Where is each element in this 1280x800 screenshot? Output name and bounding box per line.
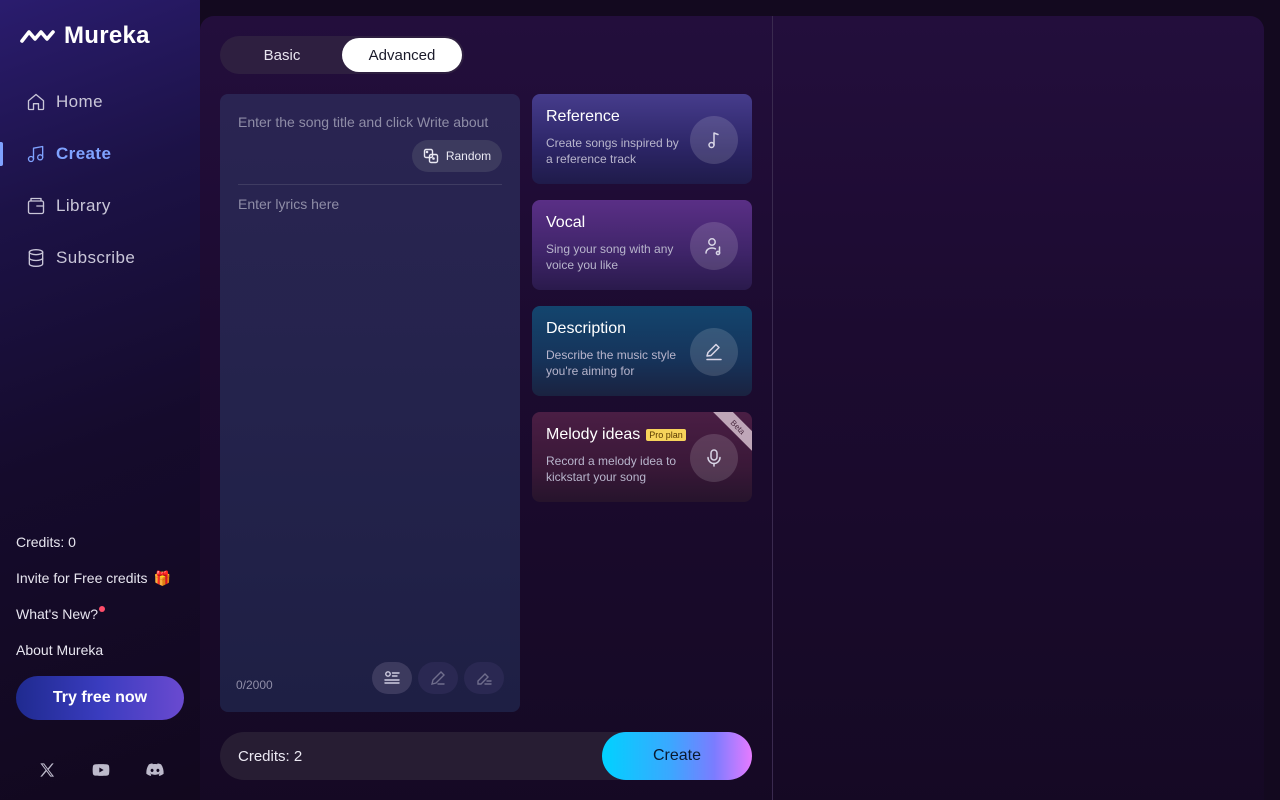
credits-remaining: Credits: 2	[238, 748, 303, 765]
vocal-icon-button	[690, 222, 738, 270]
gift-icon: 🎁	[153, 569, 171, 586]
music-note-icon	[708, 132, 719, 149]
mode-basic-button[interactable]: Basic	[222, 38, 342, 72]
vocal-card[interactable]: Vocal Sing your song with any voice you …	[532, 200, 752, 290]
music-note-icon	[27, 145, 44, 163]
database-icon	[28, 249, 44, 267]
mode-toggle: Basic Advanced	[220, 36, 464, 74]
melody-ideas-card[interactable]: Beta Melody ideas Pro plan Record a melo…	[532, 412, 752, 502]
pen-icon	[431, 671, 445, 685]
card-description: Sing your song with any voice you like	[546, 242, 674, 272]
melody-icon-button	[690, 434, 738, 482]
create-bar: Credits: 2 Create	[220, 732, 752, 780]
create-workspace: Basic Advanced Enter the song title and …	[200, 16, 1264, 800]
nav-item-library[interactable]: Library	[0, 180, 200, 232]
brand-name: Mureka	[64, 22, 150, 49]
panel-divider-vertical	[772, 16, 773, 800]
notification-dot	[99, 606, 106, 612]
nav-item-home[interactable]: Home	[0, 76, 200, 128]
credits-label: Credits: 0	[16, 534, 76, 550]
reference-title: Reference	[546, 108, 620, 125]
random-label: Random	[445, 149, 492, 163]
discord-icon[interactable]	[145, 760, 165, 780]
about-link[interactable]: About Mureka	[16, 632, 171, 668]
mureka-logo-icon	[20, 30, 55, 43]
singer-icon	[705, 238, 721, 256]
card-title: Melody ideas Pro plan	[546, 426, 686, 444]
youtube-icon[interactable]	[91, 760, 111, 780]
reference-card[interactable]: Reference Create songs inspired by a ref…	[532, 94, 752, 184]
card-title: Description	[546, 320, 626, 338]
panel-divider	[238, 184, 502, 185]
about-label: About Mureka	[16, 642, 104, 658]
dice-icon	[423, 148, 439, 164]
random-button[interactable]: Random	[412, 140, 502, 172]
card-description: Record a melody idea to kickstart your s…	[546, 454, 677, 484]
create-button[interactable]: Create	[602, 732, 752, 780]
card-description: Create songs inspired by a reference tra…	[546, 136, 679, 166]
lyrics-structure-button[interactable]	[372, 662, 412, 694]
whats-new-link[interactable]: What's New?	[16, 596, 171, 632]
microphone-icon	[707, 449, 721, 467]
song-title-input[interactable]: Enter the song title and click Write abo…	[238, 114, 488, 130]
sidebar-links: Credits: 0 Invite for Free credits 🎁 What…	[16, 524, 171, 668]
lyrics-list-icon	[384, 671, 400, 684]
write-lyrics-button[interactable]	[418, 662, 458, 694]
library-icon	[27, 197, 45, 215]
description-icon-button	[690, 328, 738, 376]
lyrics-panel: Enter the song title and click Write abo…	[220, 94, 520, 712]
reference-icon-button	[690, 116, 738, 164]
description-title: Description	[546, 320, 627, 337]
melody-title: Melody ideas	[546, 426, 641, 443]
nav-item-label: Create	[56, 144, 112, 163]
main-nav: Home Create Library Subscribe	[0, 76, 200, 284]
nav-item-subscribe[interactable]: Subscribe	[0, 232, 200, 284]
description-card[interactable]: Description Describe the music style you…	[532, 306, 752, 396]
invite-link[interactable]: Invite for Free credits 🎁	[16, 560, 171, 596]
pro-plan-badge: Pro plan	[646, 429, 686, 441]
social-links	[37, 760, 165, 780]
pen-icon	[706, 343, 722, 361]
nav-item-label: Home	[56, 92, 103, 111]
card-title: Reference	[546, 108, 620, 126]
x-icon[interactable]	[37, 760, 57, 780]
sidebar: Mureka Home Create Library Subscribe Cre…	[0, 0, 200, 800]
character-counter: 0/2000	[236, 678, 273, 692]
nav-item-label: Subscribe	[56, 248, 136, 267]
edit-lyrics-button[interactable]	[464, 662, 504, 694]
card-description: Describe the music style you're aiming f…	[546, 348, 677, 378]
nav-item-create[interactable]: Create	[0, 128, 200, 180]
whats-new-label: What's New?	[16, 606, 99, 622]
invite-label: Invite for Free credits	[16, 570, 148, 586]
card-title: Vocal	[546, 214, 585, 232]
nav-item-label: Library	[56, 196, 111, 215]
edit-lines-icon	[477, 673, 492, 685]
brand-logo[interactable]: Mureka	[20, 22, 150, 50]
credits-balance: Credits: 0	[16, 524, 171, 560]
mode-advanced-button[interactable]: Advanced	[342, 38, 462, 72]
try-free-button[interactable]: Try free now	[16, 676, 184, 720]
home-icon	[27, 93, 45, 111]
lyrics-textarea[interactable]: Enter lyrics here	[238, 196, 339, 212]
vocal-title: Vocal	[546, 214, 586, 231]
